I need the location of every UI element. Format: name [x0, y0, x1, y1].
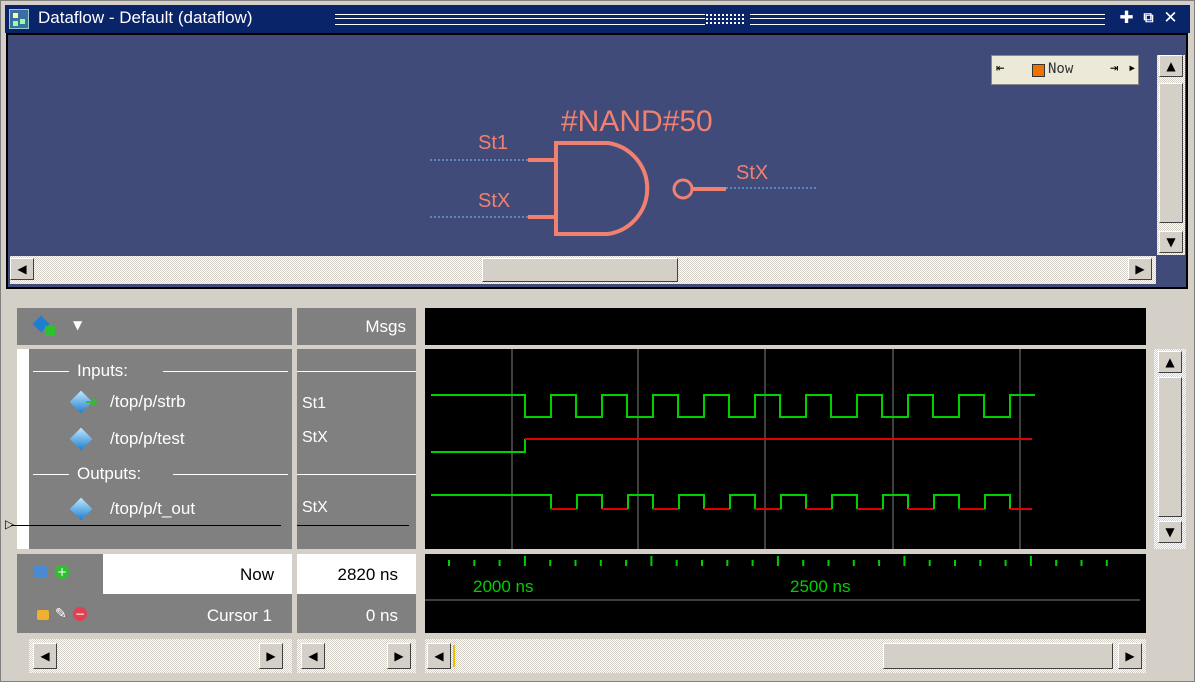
- now-position-marker: [453, 645, 455, 667]
- scroll-right-icon[interactable]: ▶: [387, 643, 411, 669]
- signal-name: /top/p/test: [110, 429, 185, 448]
- t_out-trace-pulse: [678, 494, 705, 509]
- dataflow-app-icon: [9, 9, 29, 29]
- msgs-header: Msgs: [365, 317, 406, 336]
- scroll-thumb[interactable]: [883, 643, 1113, 669]
- wave-vertical-scrollbar[interactable]: ▲ ▼: [1154, 349, 1186, 549]
- scroll-right-icon[interactable]: ▶: [1128, 258, 1152, 280]
- lock-icon[interactable]: [37, 610, 49, 620]
- goto-end-icon[interactable]: ⇥: [1110, 60, 1118, 76]
- remove-icon[interactable]: −: [73, 607, 87, 621]
- waveform-display[interactable]: [425, 349, 1146, 549]
- close-icon[interactable]: ✕: [1162, 10, 1179, 27]
- scroll-up-icon[interactable]: ▲: [1159, 55, 1183, 77]
- values-column: St1 StX StX: [297, 349, 416, 549]
- msgs-column-header: Msgs: [297, 308, 416, 345]
- t_out-trace-pulse: [729, 494, 756, 509]
- insertion-marker: [11, 525, 281, 526]
- signal-icon: [69, 427, 93, 451]
- scroll-right-icon[interactable]: ▶: [1118, 643, 1142, 669]
- scroll-left-icon[interactable]: ◀: [427, 643, 451, 669]
- dataflow-canvas[interactable]: #NAND#50 St1 StX StX ⇤ Now ⇥ ▸ ▲ ▼ ◀ ▶: [6, 33, 1188, 289]
- signal-icon: [69, 497, 93, 521]
- title-bar[interactable]: Dataflow - Default (dataflow) ✚ ⧉ ✕: [5, 5, 1190, 33]
- scroll-up-icon[interactable]: ▲: [1158, 351, 1182, 373]
- cursor-label: Cursor 1: [206, 606, 272, 625]
- time-label-2500: 2500 ns: [790, 577, 851, 596]
- nand-gate-diagram: [430, 141, 818, 236]
- outputs-divider: Outputs:: [33, 464, 288, 484]
- add-icon[interactable]: +: [55, 565, 69, 579]
- insertion-arrow-icon: ▷: [5, 517, 15, 531]
- signal-row-t_out[interactable]: /top/p/t_out: [29, 496, 292, 522]
- time-ruler[interactable]: 2000 ns 2500 ns: [425, 554, 1146, 633]
- time-navigation-toolbar: ⇤ Now ⇥ ▸: [991, 55, 1139, 85]
- strb-trace: [431, 394, 1035, 418]
- dataflow-vertical-scrollbar[interactable]: ▲ ▼: [1157, 55, 1185, 255]
- cursor-labels-area: + Now ✎ − Cursor 1: [17, 554, 292, 633]
- signal-name: /top/p/strb: [110, 392, 186, 411]
- scroll-left-icon[interactable]: ◀: [33, 643, 57, 669]
- t_out-trace-pulse: [831, 494, 858, 509]
- drag-grip[interactable]: [750, 14, 1105, 25]
- t_out-trace-pulse: [780, 494, 807, 509]
- scroll-down-icon[interactable]: ▼: [1158, 521, 1182, 543]
- maximize-icon[interactable]: ✚: [1118, 10, 1135, 27]
- waveform-traces: [431, 349, 1035, 549]
- dropdown-arrow-icon[interactable]: ▼: [73, 318, 82, 332]
- signal-list: Inputs: ➜ /top/p/strb /top/p/test Output…: [5, 349, 292, 549]
- window-title: Dataflow - Default (dataflow): [38, 8, 257, 28]
- time-label-2000: 2000 ns: [473, 577, 534, 596]
- signal-row-strb[interactable]: ➜ /top/p/strb: [29, 389, 292, 415]
- t_out-trace-pulse: [882, 494, 909, 509]
- scroll-left-icon[interactable]: ◀: [10, 258, 34, 280]
- now-value: 2820 ns: [337, 565, 399, 584]
- wave-header: [425, 308, 1146, 345]
- scroll-left-icon[interactable]: ◀: [301, 643, 325, 669]
- signal-list-header: ▼: [17, 308, 292, 345]
- add-cursor-icon[interactable]: [33, 566, 47, 578]
- t_out-trace-initial: [431, 494, 552, 509]
- scroll-thumb[interactable]: [1159, 83, 1183, 223]
- scroll-right-icon[interactable]: ▶: [259, 643, 283, 669]
- cursor-values-area: 2820 ns 0 ns: [297, 554, 416, 633]
- values-hscrollbar[interactable]: ◀ ▶: [297, 639, 416, 673]
- dataflow-horizontal-scrollbar[interactable]: ◀ ▶: [10, 256, 1156, 284]
- wave-tools-icon[interactable]: [32, 315, 55, 338]
- undock-icon[interactable]: ⧉: [1140, 10, 1157, 27]
- now-label: Now: [239, 565, 274, 584]
- scroll-thumb[interactable]: [482, 258, 678, 282]
- gate-name: #NAND#50: [561, 105, 713, 138]
- t_out-trace-pulse: [933, 494, 960, 509]
- dataflow-window: Dataflow - Default (dataflow) ✚ ⧉ ✕ #NAN…: [0, 0, 1195, 682]
- wave-hscrollbar[interactable]: ◀ ▶: [425, 639, 1146, 673]
- t_out-trace-pulse: [576, 494, 603, 509]
- cursor-value: 0 ns: [365, 606, 398, 625]
- now-label[interactable]: Now: [1048, 61, 1073, 77]
- goto-start-icon[interactable]: ⇤: [996, 60, 1004, 76]
- inputs-divider: Inputs:: [33, 361, 288, 381]
- t_out-trace-pulse: [627, 494, 654, 509]
- input-arrow-icon: ➜: [85, 392, 99, 411]
- signal-list-hscrollbar[interactable]: ◀ ▶: [29, 639, 292, 673]
- now-marker-icon: [1032, 64, 1045, 77]
- drag-handle[interactable]: [705, 13, 745, 24]
- strb-value: St1: [302, 395, 327, 412]
- t_out-trace-pulse: [984, 494, 1011, 509]
- scroll-down-icon[interactable]: ▼: [1159, 231, 1183, 253]
- test-trace-initial: [431, 439, 526, 453]
- input-b-value: StX: [478, 190, 511, 212]
- output-value: StX: [736, 162, 769, 184]
- scroll-thumb[interactable]: [1158, 377, 1182, 517]
- signal-name: /top/p/t_out: [110, 499, 196, 518]
- wrench-icon[interactable]: ✎: [55, 606, 67, 622]
- input-a-value: St1: [478, 132, 509, 154]
- drag-grip[interactable]: [335, 14, 705, 25]
- t_out-value: StX: [302, 499, 328, 516]
- more-arrow-icon[interactable]: ▸: [1128, 60, 1136, 76]
- signal-row-test[interactable]: /top/p/test: [29, 426, 292, 452]
- test-value: StX: [302, 429, 328, 446]
